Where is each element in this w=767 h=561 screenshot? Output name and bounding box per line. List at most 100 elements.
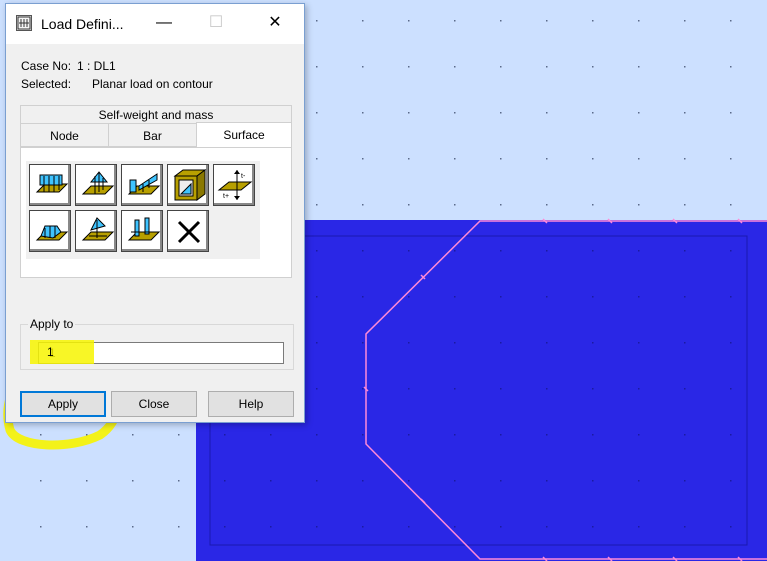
- grid-dot: [454, 296, 456, 298]
- grid-dot: [224, 480, 226, 482]
- grid-dot: [454, 388, 456, 390]
- grid-dot: [224, 526, 226, 528]
- grid-dot: [362, 66, 364, 68]
- grid-dot: [316, 342, 318, 344]
- grid-dot: [592, 66, 594, 68]
- grid-dot: [178, 480, 180, 482]
- grid-dot: [638, 480, 640, 482]
- grid-dot: [592, 342, 594, 344]
- grid-dot: [500, 66, 502, 68]
- grid-dot: [408, 66, 410, 68]
- uniform-planar-load-icon[interactable]: [29, 164, 71, 206]
- tab-self-weight-and-mass[interactable]: Self-weight and mass: [20, 105, 292, 123]
- grid-dot: [316, 388, 318, 390]
- grid-dot: [546, 434, 548, 436]
- grid-dot: [454, 112, 456, 114]
- planar-load-3-points-icon[interactable]: [75, 164, 117, 206]
- svg-text:t+: t+: [223, 193, 229, 200]
- grid-dot: [40, 434, 42, 436]
- linear-load-on-edges-icon[interactable]: [121, 164, 163, 206]
- grid-dot: [362, 158, 364, 160]
- grid-dot: [454, 158, 456, 160]
- tab-surface[interactable]: Surface: [196, 122, 292, 148]
- grid-dot: [638, 158, 640, 160]
- grid-dot: [86, 434, 88, 436]
- grid-dot: [270, 434, 272, 436]
- grid-dot: [132, 526, 134, 528]
- help-button[interactable]: Help: [208, 391, 294, 417]
- grid-dot: [270, 526, 272, 528]
- grid-dot: [316, 526, 318, 528]
- load-definition-app-icon: [16, 15, 32, 31]
- tab-bar[interactable]: Bar: [108, 123, 197, 147]
- grid-dot: [500, 112, 502, 114]
- grid-dot: [592, 112, 594, 114]
- point-load-on-surface-icon[interactable]: [75, 210, 117, 252]
- grid-dot: [408, 20, 410, 22]
- grid-dot: [500, 296, 502, 298]
- close-button[interactable]: Close: [111, 391, 197, 417]
- grid-dot: [454, 342, 456, 344]
- grid-dot: [454, 66, 456, 68]
- grid-dot: [408, 112, 410, 114]
- grid-dot: [546, 480, 548, 482]
- grid-dot: [730, 296, 732, 298]
- grid-dot: [546, 388, 548, 390]
- grid-dot: [362, 342, 364, 344]
- grid-dot: [684, 526, 686, 528]
- grid-dot: [684, 342, 686, 344]
- grid-dot: [408, 204, 410, 206]
- grid-dot: [316, 204, 318, 206]
- case-label: Case No:: [21, 59, 72, 73]
- grid-dot: [408, 342, 410, 344]
- linear-load-2-points-icon[interactable]: [121, 210, 163, 252]
- grid-dot: [592, 480, 594, 482]
- apply-to-legend: Apply to: [28, 317, 76, 331]
- grid-dot: [454, 250, 456, 252]
- grid-dot: [270, 480, 272, 482]
- grid-dot: [362, 112, 364, 114]
- grid-dot: [730, 250, 732, 252]
- grid-dot: [592, 526, 594, 528]
- grid-dot: [546, 112, 548, 114]
- grid-dot: [40, 480, 42, 482]
- grid-dot: [224, 434, 226, 436]
- grid-dot: [546, 342, 548, 344]
- delete-load-icon[interactable]: [167, 210, 209, 252]
- apply-button[interactable]: Apply: [20, 391, 106, 417]
- tab-node[interactable]: Node: [20, 123, 109, 147]
- grid-dot: [178, 434, 180, 436]
- grid-dot: [362, 296, 364, 298]
- grid-dot: [730, 204, 732, 206]
- grid-dot: [730, 66, 732, 68]
- maximize-icon: ☐: [208, 14, 224, 31]
- grid-dot: [454, 480, 456, 482]
- grid-dot: [454, 434, 456, 436]
- close-icon[interactable]: ✕: [265, 14, 285, 32]
- grid-dot: [362, 434, 364, 436]
- hydrostatic-load-icon[interactable]: [167, 164, 209, 206]
- thermal-load-icon[interactable]: t+ t-: [213, 164, 255, 206]
- grid-dot: [454, 20, 456, 22]
- grid-dot: [592, 204, 594, 206]
- grid-dot: [500, 158, 502, 160]
- minimize-icon[interactable]: —: [154, 14, 174, 32]
- grid-dot: [454, 204, 456, 206]
- grid-dot: [546, 158, 548, 160]
- window-title: Load Defini...: [41, 16, 124, 32]
- planar-load-on-contour-icon[interactable]: [29, 210, 71, 252]
- grid-dot: [500, 388, 502, 390]
- grid-dot: [454, 526, 456, 528]
- grid-dot: [316, 66, 318, 68]
- grid-dot: [500, 434, 502, 436]
- grid-dot: [546, 66, 548, 68]
- grid-dot: [684, 112, 686, 114]
- grid-dot: [684, 250, 686, 252]
- grid-dot: [638, 20, 640, 22]
- grid-dot: [638, 342, 640, 344]
- grid-dot: [408, 388, 410, 390]
- selected-label: Selected:: [21, 77, 72, 91]
- grid-dot: [592, 434, 594, 436]
- grid-dot: [408, 296, 410, 298]
- surface-tools-panel: t+ t-: [20, 147, 292, 278]
